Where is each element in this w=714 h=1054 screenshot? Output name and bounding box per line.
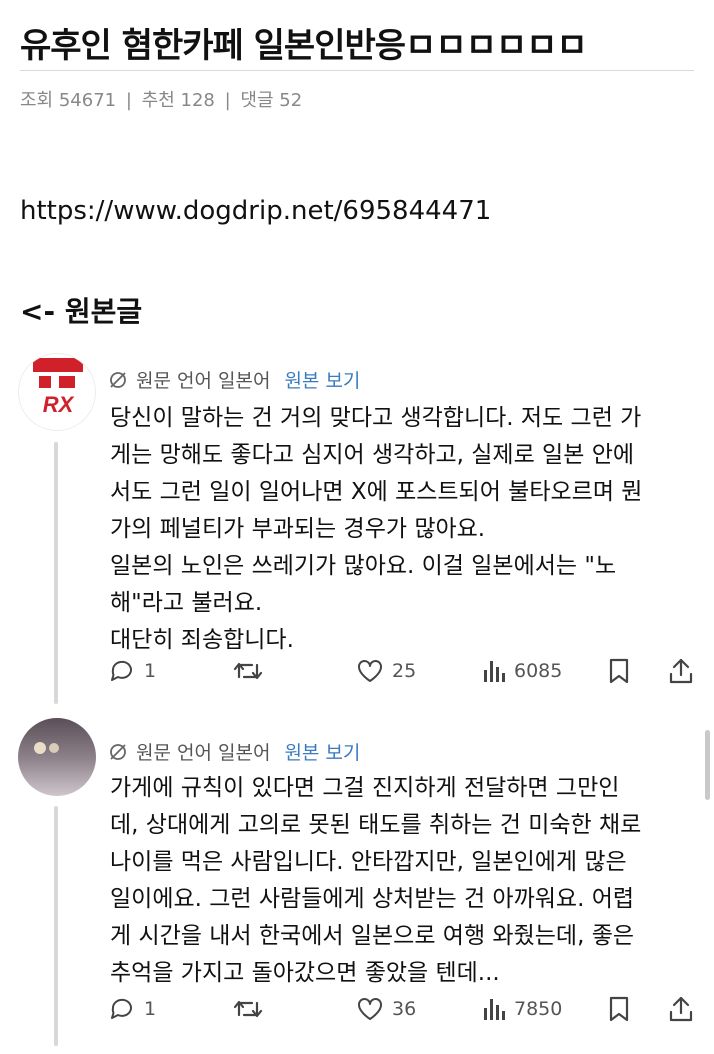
bookmark-button[interactable] <box>608 995 630 1023</box>
share-button[interactable] <box>668 657 694 685</box>
tweet-line: 가게에 규칙이 있다면 그걸 진지하게 전달하면 그만인 <box>110 775 620 801</box>
tweet-actions: 1 36 7850 <box>108 989 698 1029</box>
reply-button[interactable]: 1 <box>108 995 156 1023</box>
tweet-actions: 1 25 6085 <box>108 651 698 691</box>
retweet-button[interactable] <box>232 657 272 685</box>
tweet-line: 추억을 가지고 돌아갔으면 좋았을 텐데... <box>110 960 500 986</box>
reply-icon <box>111 998 132 1019</box>
translation-label: 원문 언어 일본어 <box>136 370 271 392</box>
share-icon <box>669 658 693 684</box>
tweet-line: 해"라고 불러요. <box>110 590 263 616</box>
blurred-photo-icon <box>18 718 96 796</box>
tweet-text: 가게에 규칙이 있다면 그걸 진지하게 전달하면 그만인 데, 상대에게 고의로… <box>110 770 700 992</box>
view-original-link[interactable]: 원본 보기 <box>284 738 360 765</box>
share-button[interactable] <box>668 995 694 1023</box>
like-icon <box>358 660 382 682</box>
back-to-original[interactable]: <- 원본글 <box>20 290 142 330</box>
avatar[interactable] <box>18 718 96 796</box>
translation-row: 원문 언어 일본어 원본 보기 <box>108 366 360 393</box>
post-meta: 조회 54671 | 추천 128 | 댓글 52 <box>20 86 302 112</box>
like-button[interactable]: 25 <box>356 658 416 684</box>
translation-label: 원문 언어 일본어 <box>136 742 271 764</box>
views-count: 7850 <box>514 998 563 1020</box>
bookmark-button[interactable] <box>608 657 630 685</box>
tweet-text: 당신이 말하는 건 거의 맞다고 생각합니다. 저도 그런 가 게는 망해도 좋… <box>110 400 700 659</box>
avatar-text: RX <box>43 392 75 417</box>
translate-icon <box>110 371 126 388</box>
tweet-line: 당신이 말하는 건 거의 맞다고 생각합니다. 저도 그런 가 <box>110 405 642 431</box>
meta-separator: | <box>224 90 231 111</box>
tweet-line: 일이에요. 그런 사람들에게 상처받는 건 아까워요. 어렵 <box>110 886 635 912</box>
share-icon <box>669 996 693 1022</box>
meta-separator: | <box>125 90 132 111</box>
views-button[interactable]: 6085 <box>482 658 562 684</box>
title-divider <box>20 70 694 71</box>
like-button[interactable]: 36 <box>356 996 416 1022</box>
retweet-icon <box>233 662 263 680</box>
tweet-line: 일본의 노인은 쓰레기가 많아요. 이걸 일본에서는 "노 <box>110 553 617 579</box>
tweet-line: 게 시간을 내서 한국에서 일본으로 여행 와줬는데, 좋은 <box>110 923 635 949</box>
retweet-button[interactable] <box>232 995 272 1023</box>
reply-count: 1 <box>144 998 157 1020</box>
bookmark-icon <box>609 996 629 1022</box>
translation-row: 원문 언어 일본어 원본 보기 <box>108 738 360 765</box>
thread-line <box>54 806 58 1046</box>
page-title: 유후인 혐한카페 일본인반응ㅁㅁㅁㅁㅁㅁ <box>20 26 588 66</box>
rx-logo-icon: RX <box>19 354 95 430</box>
tweet-line: 가의 페널티가 부과되는 경우가 많아요. <box>110 516 486 542</box>
likes-count: 추천 128 <box>141 90 215 111</box>
like-count: 25 <box>392 660 417 682</box>
retweet-icon <box>233 1000 263 1018</box>
source-link[interactable]: https://www.dogdrip.net/695844471 <box>20 196 491 226</box>
views-icon <box>484 999 505 1020</box>
reply-button[interactable]: 1 <box>108 657 156 685</box>
like-icon <box>358 998 382 1020</box>
views-button[interactable]: 7850 <box>482 996 562 1022</box>
thread-line <box>54 442 58 704</box>
views-count: 조회 54671 <box>20 90 117 111</box>
reply-icon <box>111 660 132 681</box>
bookmark-icon <box>609 658 629 684</box>
avatar[interactable]: RX <box>18 353 96 431</box>
tweet-line: 데, 상대에게 고의로 못된 태도를 취하는 건 미숙한 채로 <box>110 812 642 838</box>
view-original-link[interactable]: 원본 보기 <box>284 366 360 393</box>
tweet-line: 게는 망해도 좋다고 심지어 생각하고, 실제로 일본 안에 <box>110 442 635 468</box>
translate-icon <box>110 743 126 760</box>
comments-count: 댓글 52 <box>240 90 303 111</box>
views-icon <box>484 661 505 682</box>
tweet-line: 나이를 먹은 사람입니다. 안타깝지만, 일본인에게 많은 <box>110 849 627 875</box>
views-count: 6085 <box>514 660 563 682</box>
reply-count: 1 <box>144 660 157 682</box>
scrollbar[interactable] <box>705 730 710 800</box>
tweet-line: 서도 그런 일이 일어나면 X에 포스트되어 불타오르며 뭔 <box>110 479 643 505</box>
like-count: 36 <box>392 998 417 1020</box>
